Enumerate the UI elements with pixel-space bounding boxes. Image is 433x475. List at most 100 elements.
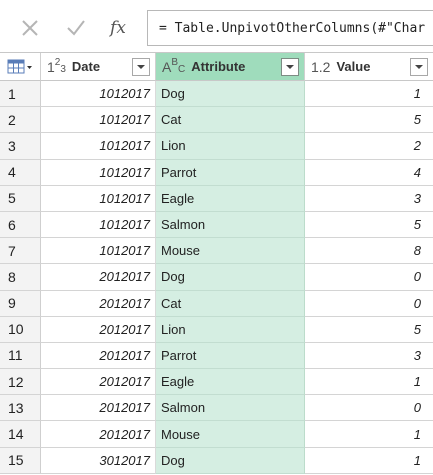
column-header-value[interactable]: 1.2 Value <box>305 53 433 81</box>
value-cell[interactable]: 1 <box>305 369 433 396</box>
whole-number-type-icon[interactable]: 123 <box>47 57 66 75</box>
table-row: 11 2012017 Parrot 3 <box>0 342 433 370</box>
row-number[interactable]: 9 <box>0 290 41 317</box>
value-cell[interactable]: 0 <box>305 264 433 291</box>
value-cell[interactable]: 2 <box>305 133 433 160</box>
date-cell[interactable]: 2012017 <box>41 264 156 291</box>
column-title: Date <box>71 59 101 74</box>
value-cell[interactable]: 5 <box>305 212 433 239</box>
attribute-cell[interactable]: Dog <box>156 447 305 474</box>
check-icon <box>67 20 85 36</box>
value-cell[interactable]: 1 <box>305 421 433 448</box>
value-cell[interactable]: 3 <box>305 186 433 212</box>
row-number[interactable]: 2 <box>0 107 41 134</box>
date-cell[interactable]: 1012017 <box>41 211 156 239</box>
table-row: 14 2012017 Mouse 1 <box>0 421 433 448</box>
table-row: 2 1012017 Cat 5 <box>0 107 433 134</box>
decimal-type-icon[interactable]: 1.2 <box>311 59 330 75</box>
date-cell[interactable]: 2012017 <box>41 369 156 396</box>
filter-dropdown-button[interactable] <box>132 57 150 76</box>
table-row: 7 1012017 Mouse 8 <box>0 238 433 265</box>
attribute-cell[interactable]: Dog <box>156 264 305 291</box>
type-glyph: 1 <box>47 58 55 75</box>
table-body: 1 1012017 Dog 1 2 1012017 Cat 5 3 1012017 Lion 2 4 10… <box>0 81 433 474</box>
date-cell[interactable]: 3012017 <box>41 447 156 474</box>
value-cell[interactable]: 5 <box>305 107 433 134</box>
table-row: 12 2012017 Eagle 1 <box>0 369 433 396</box>
date-cell[interactable]: 2012017 <box>41 290 156 317</box>
type-glyph-sub: C <box>178 64 186 75</box>
row-number[interactable]: 8 <box>0 264 41 291</box>
attribute-cell[interactable]: Cat <box>156 107 305 134</box>
attribute-cell[interactable]: Salmon <box>156 211 305 239</box>
value-cell[interactable]: 1 <box>305 448 433 474</box>
filter-dropdown-button[interactable] <box>410 57 428 76</box>
column-title: Attribute <box>191 59 246 74</box>
row-number[interactable]: 14 <box>0 421 41 448</box>
column-header-attribute[interactable]: ABC Attribute <box>156 53 305 81</box>
attribute-cell[interactable]: Mouse <box>156 421 305 448</box>
formula-bar: fx = Table.UnpivotOtherColumns(#"Char <box>0 0 433 50</box>
date-cell[interactable]: 1012017 <box>41 81 156 108</box>
value-cell[interactable]: 0 <box>305 291 433 317</box>
attribute-cell[interactable]: Lion <box>156 316 305 343</box>
row-number[interactable]: 4 <box>0 159 41 186</box>
date-cell[interactable]: 1012017 <box>41 159 156 186</box>
row-number[interactable]: 7 <box>0 238 41 265</box>
date-cell[interactable]: 1012017 <box>41 238 156 265</box>
date-cell[interactable]: 2012017 <box>41 395 156 422</box>
table-row: 4 1012017 Parrot 4 <box>0 159 433 186</box>
column-header-date[interactable]: 123 Date <box>41 53 156 81</box>
attribute-cell[interactable]: Lion <box>156 133 305 160</box>
type-glyph-sub: 3 <box>60 64 66 75</box>
table-row: 8 2012017 Dog 0 <box>0 264 433 291</box>
row-number[interactable]: 12 <box>0 369 41 396</box>
date-cell[interactable]: 2012017 <box>41 316 156 343</box>
value-cell[interactable]: 1 <box>305 81 433 108</box>
value-cell[interactable]: 0 <box>305 395 433 422</box>
attribute-cell[interactable]: Cat <box>156 290 305 317</box>
row-number[interactable]: 15 <box>0 447 41 474</box>
table-row: 15 3012017 Dog 1 <box>0 447 433 474</box>
attribute-cell[interactable]: Salmon <box>156 395 305 422</box>
attribute-cell[interactable]: Dog <box>156 81 305 108</box>
filter-dropdown-button[interactable] <box>281 57 299 76</box>
type-glyph: A <box>162 58 172 75</box>
row-number[interactable]: 6 <box>0 211 41 239</box>
attribute-cell[interactable]: Parrot <box>156 342 305 370</box>
table-row: 3 1012017 Lion 2 <box>0 133 433 160</box>
accept-button[interactable] <box>58 10 94 46</box>
date-cell[interactable]: 1012017 <box>41 107 156 134</box>
table-menu-button[interactable] <box>0 53 41 81</box>
table-row: 5 1012017 Eagle 3 <box>0 185 433 212</box>
date-cell[interactable]: 2012017 <box>41 342 156 370</box>
value-cell[interactable]: 4 <box>305 160 433 186</box>
row-number[interactable]: 5 <box>0 185 41 212</box>
table-row: 9 2012017 Cat 0 <box>0 290 433 317</box>
row-number[interactable]: 1 <box>0 81 41 108</box>
value-cell[interactable]: 5 <box>305 317 433 343</box>
row-number[interactable]: 11 <box>0 342 41 370</box>
value-cell[interactable]: 3 <box>305 343 433 370</box>
cancel-button[interactable] <box>12 10 48 46</box>
fx-icon[interactable]: fx <box>100 10 136 46</box>
row-number[interactable]: 13 <box>0 395 41 422</box>
attribute-cell[interactable]: Parrot <box>156 159 305 186</box>
table-row: 13 2012017 Salmon 0 <box>0 395 433 422</box>
row-number[interactable]: 10 <box>0 316 41 343</box>
x-icon <box>22 20 38 36</box>
row-number[interactable]: 3 <box>0 133 41 160</box>
table-row: 1 1012017 Dog 1 <box>0 81 433 108</box>
date-cell[interactable]: 2012017 <box>41 421 156 448</box>
chevron-down-icon <box>415 64 423 69</box>
attribute-cell[interactable]: Eagle <box>156 369 305 396</box>
data-grid: 123 Date ABC Attribute 1.2 Value 1 101201… <box>0 52 433 475</box>
type-glyph-sup: B <box>171 57 179 68</box>
formula-input[interactable]: = Table.UnpivotOtherColumns(#"Char <box>147 10 433 46</box>
value-cell[interactable]: 8 <box>305 238 433 265</box>
text-type-icon[interactable]: ABC <box>162 57 186 75</box>
attribute-cell[interactable]: Mouse <box>156 238 305 265</box>
attribute-cell[interactable]: Eagle <box>156 185 305 212</box>
date-cell[interactable]: 1012017 <box>41 185 156 212</box>
date-cell[interactable]: 1012017 <box>41 133 156 160</box>
